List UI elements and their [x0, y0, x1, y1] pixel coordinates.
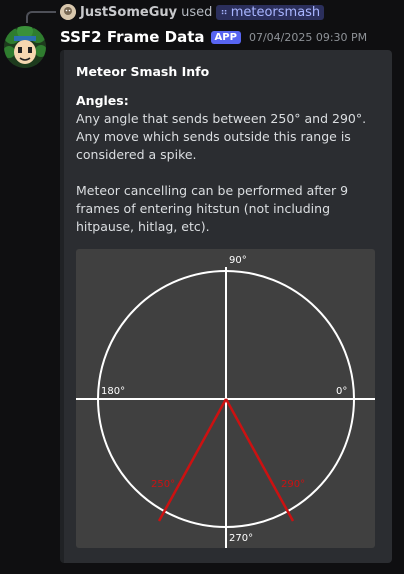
label-270: 270°	[229, 533, 253, 544]
angle-diagram-image[interactable]: 90° 180° 0° 270° 250° 290°	[76, 249, 375, 548]
app-badge: APP	[210, 30, 241, 44]
embed-card: Meteor Smash Info Angles: Any angle that…	[60, 50, 392, 563]
command-name: meteorsmash	[230, 4, 321, 20]
command-mention[interactable]: ⠶ meteorsmash	[216, 4, 325, 20]
message-timestamp: 07/04/2025 09:30 PM	[248, 30, 368, 44]
message-header: SSF2 Frame Data APP 07/04/2025 09:30 PM	[60, 26, 367, 48]
bot-avatar[interactable]	[4, 26, 46, 68]
label-250: 250°	[151, 479, 175, 490]
label-90: 90°	[229, 255, 247, 266]
slash-command-icon: ⠶	[220, 6, 228, 18]
line-290-degrees	[224, 398, 295, 522]
angles-line-2: Any move which sends outside this range …	[76, 129, 351, 162]
cancel-text: Meteor cancelling can be performed after…	[76, 183, 349, 234]
label-290: 290°	[281, 479, 305, 490]
reply-used-text: used	[181, 4, 213, 20]
angle-diagram-svg: 90° 180° 0° 270° 250° 290°	[76, 255, 375, 548]
line-250-degrees	[157, 398, 228, 522]
angles-line-1: Any angle that sends between 250° and 29…	[76, 111, 367, 126]
reply-username[interactable]: JustSomeGuy	[80, 5, 177, 20]
embed-title: Meteor Smash Info	[76, 64, 210, 79]
reply-context[interactable]: JustSomeGuy used ⠶ meteorsmash	[60, 3, 325, 21]
reply-connector	[26, 11, 56, 23]
label-0: 0°	[336, 386, 347, 397]
bot-name[interactable]: SSF2 Frame Data	[60, 28, 205, 46]
reply-avatar[interactable]	[60, 4, 76, 20]
angles-heading: Angles:	[76, 93, 129, 108]
embed-description: Angles: Any angle that sends between 250…	[76, 92, 382, 236]
label-180: 180°	[101, 386, 125, 397]
